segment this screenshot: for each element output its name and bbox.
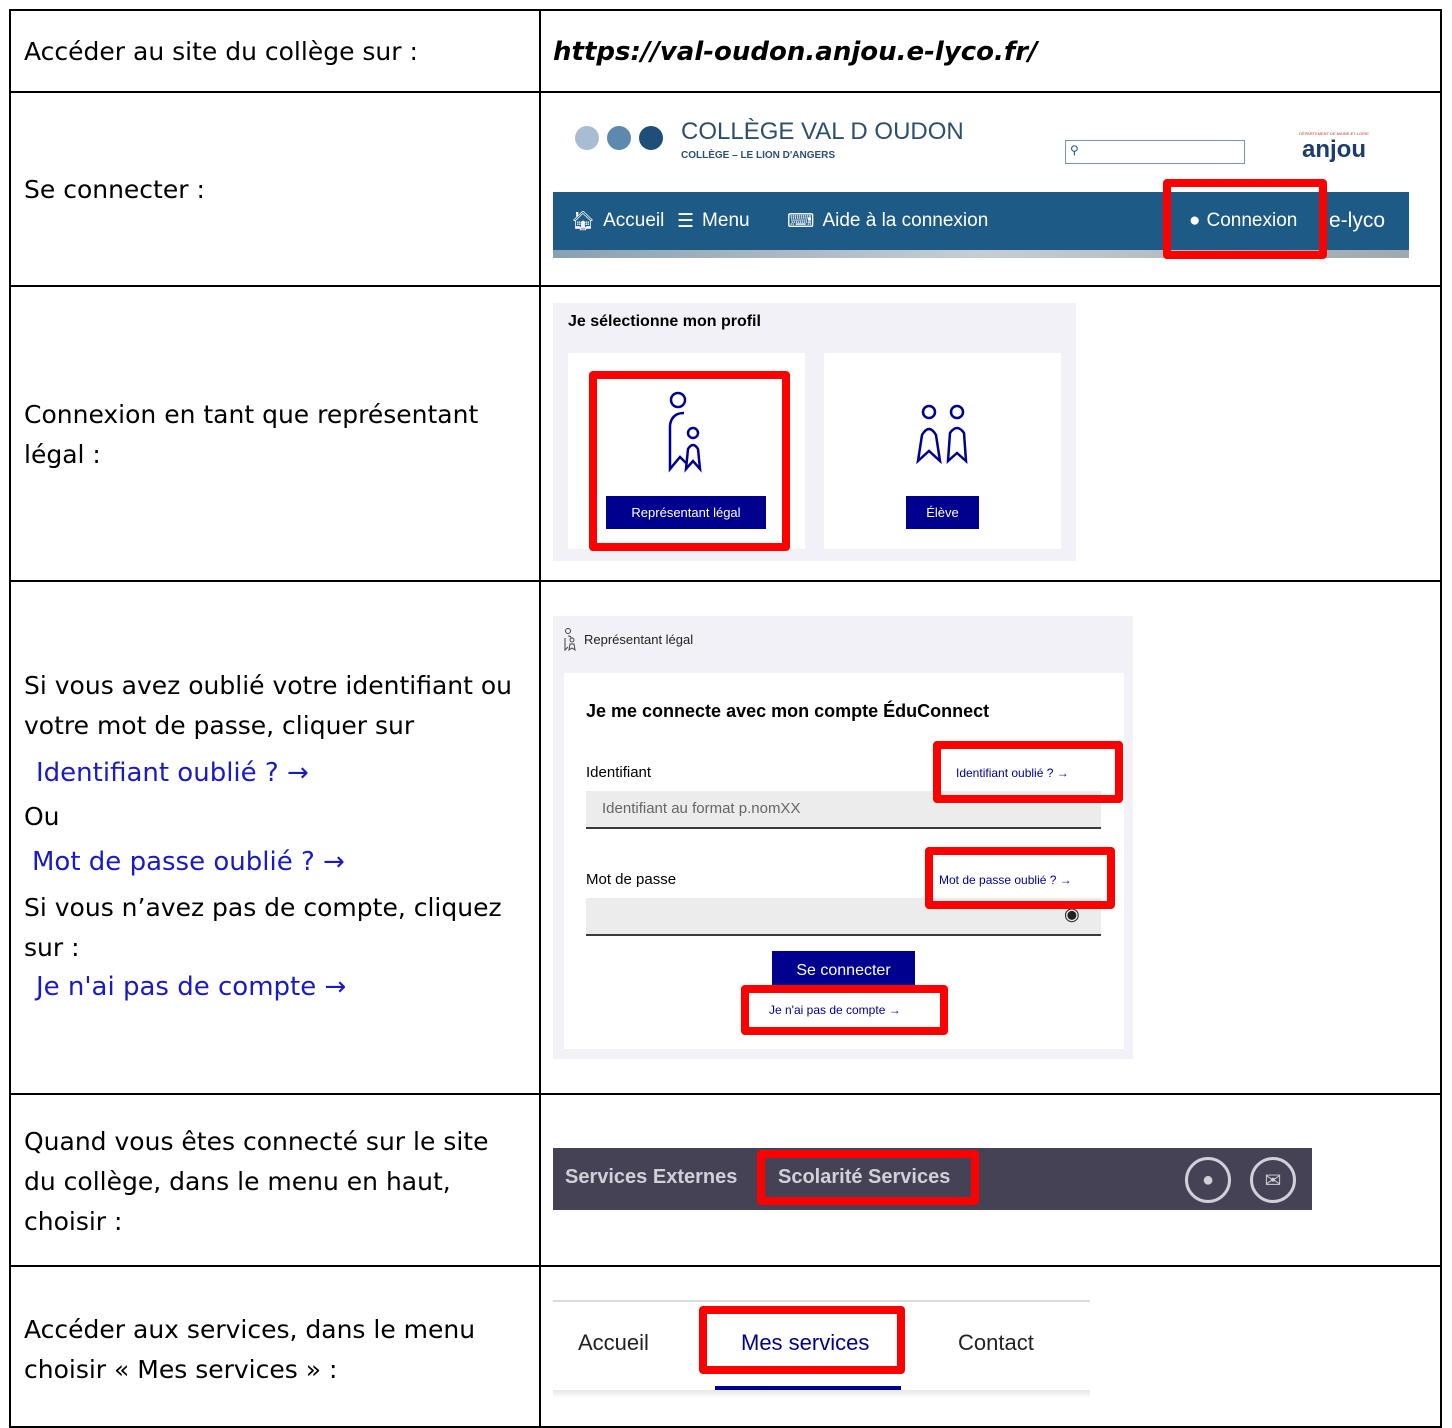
row2-label: Se connecter : [24,175,205,204]
students-icon [916,404,968,465]
external-services[interactable]: Services Externes [565,1166,737,1189]
tabs-top-border [553,1300,1090,1302]
nav-home[interactable]: 🏠︎ Accueil [571,192,664,250]
student-button[interactable]: Élève [906,496,979,529]
pw-label: Mot de passe [586,871,677,888]
logo-dot-icon [607,126,631,150]
mail-icon[interactable]: ✉ [1250,1157,1296,1203]
id-placeholder: Identifiant au format p.nomXX [602,800,801,817]
highlight-no-account [741,985,948,1035]
student-card[interactable]: Élève [824,353,1061,549]
row1-label: Accéder au site du collège sur : [24,37,418,66]
tab-home[interactable]: Accueil [578,1330,649,1356]
row4-label-1: Si vous avez oublié votre identifiant ou… [24,671,513,740]
profile-title: Je sélectionne mon profil [568,313,761,330]
site-url[interactable]: https://val-oudon.anjou.e-lyco.fr/ [553,32,1038,72]
form-heading: Je me connecte avec mon compte ÉduConnec… [586,701,990,721]
college-subtitle: COLLÈGE – LE LION D'ANGERS [681,150,836,161]
logo-dot-icon [575,126,599,150]
profile-name: Représentant légal [584,632,694,647]
college-name: COLLÈGE VAL D OUDON [681,118,964,145]
highlight-my-services [699,1306,905,1374]
legal-rep-icon [564,628,576,652]
tab-contact[interactable]: Contact [958,1330,1034,1356]
highlight-login [1163,179,1327,259]
home-icon: 🏠︎ [571,211,596,232]
highlight-forgot-pw [925,847,1115,909]
tabs-shadow [553,1390,1090,1398]
keyboard-icon: ⌨ [787,210,815,232]
search-icon: ⚲ [1070,143,1079,157]
nav-menu[interactable]: ☰ Menu [677,192,750,250]
or-label: Ou [24,802,60,831]
nav-help[interactable]: ⌨ Aide à la connexion [787,192,988,250]
bell-icon[interactable]: ● [1185,1157,1231,1203]
logo-dot-icon [639,126,663,150]
no-account-sample: Je n'ai pas de compte → [36,972,347,1002]
row5-label: Quand vous êtes connecté sur le site du … [24,1127,489,1236]
forgot-id-sample: Identifiant oublié ? → [36,758,309,788]
highlight-school-services [757,1150,979,1205]
search-input[interactable]: ⚲ [1065,140,1245,164]
row4-label-2: Si vous n’avez pas de compte, cliquez su… [24,893,502,962]
anjou-logo: anjou [1302,136,1366,163]
hamburger-icon: ☰ [677,210,695,232]
row3-label: Connexion en tant que représentant légal… [24,400,479,469]
id-label: Identifiant [586,764,652,781]
row6-label: Accéder aux services, dans le menu chois… [24,1315,476,1384]
highlight-legal-rep [589,371,790,551]
forgot-pw-sample: Mot de passe oublié ? → [32,847,345,877]
highlight-forgot-id [933,741,1123,803]
elyco-brand: e-lyco [1329,209,1386,232]
